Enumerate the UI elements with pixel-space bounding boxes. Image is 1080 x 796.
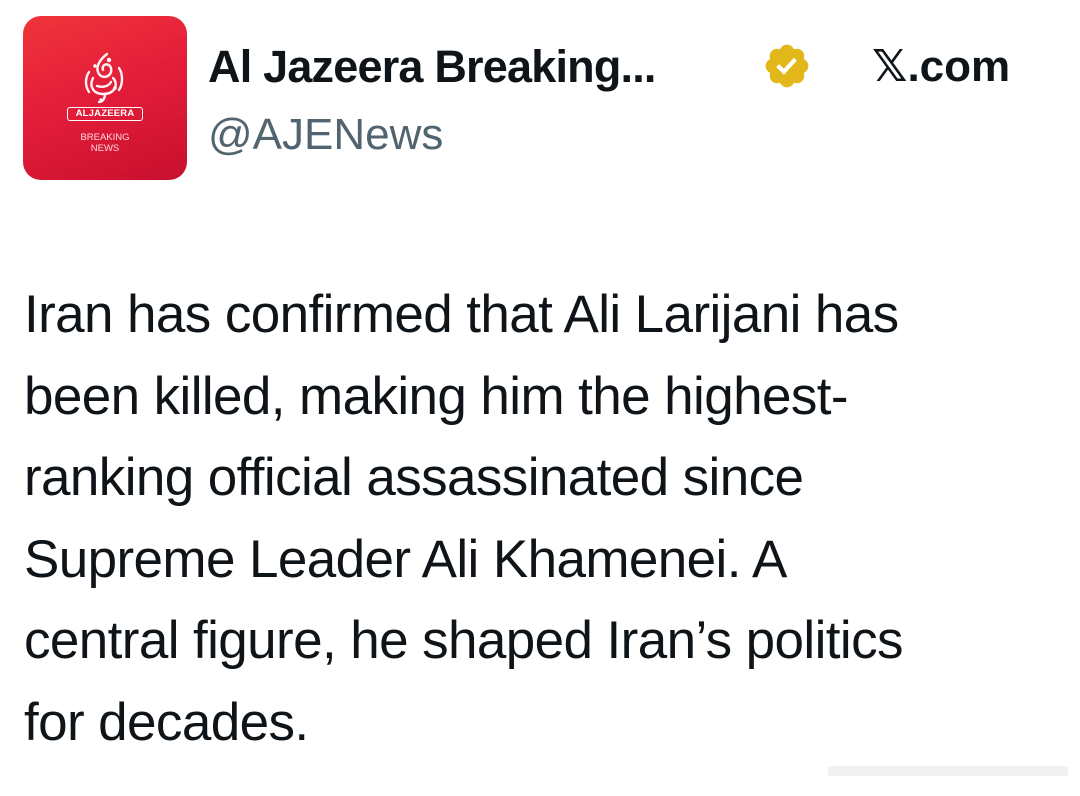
- avatar-wordmark: ALJAZEERA: [67, 107, 143, 121]
- post-text-line: been killed, making him the highest-: [24, 366, 849, 426]
- post-text-line: for decades.: [24, 692, 309, 752]
- post-text-line: central figure, he shaped Iran’s politic…: [24, 611, 903, 670]
- display-name[interactable]: Al Jazeera Breaking...: [208, 40, 656, 94]
- x-logo-icon: 𝕏: [872, 41, 908, 92]
- avatar-subline-1: BREAKING: [80, 132, 130, 143]
- user-handle[interactable]: @AJENews: [208, 108, 443, 162]
- post-text-line: Iran has confirmed that Ali Larijani has: [24, 285, 899, 344]
- post-card: ALJAZEERA BREAKING NEWS Al Jazeera Break…: [0, 0, 1080, 796]
- al-jazeera-logo-icon: [84, 52, 124, 104]
- post-text-line: ranking official assassinated since: [24, 448, 804, 507]
- verified-badge-icon: [765, 44, 809, 88]
- watermark-icon: [828, 766, 1068, 776]
- source-domain: .com: [907, 42, 1011, 91]
- avatar[interactable]: ALJAZEERA BREAKING NEWS: [23, 16, 187, 180]
- post-text: Iran has confirmed that Ali Larijani has…: [24, 274, 1064, 763]
- source-label: 𝕏.com: [872, 40, 1010, 94]
- post-text-line: Supreme Leader Ali Khamenei. A: [24, 529, 787, 589]
- avatar-subline-2: NEWS: [90, 143, 120, 154]
